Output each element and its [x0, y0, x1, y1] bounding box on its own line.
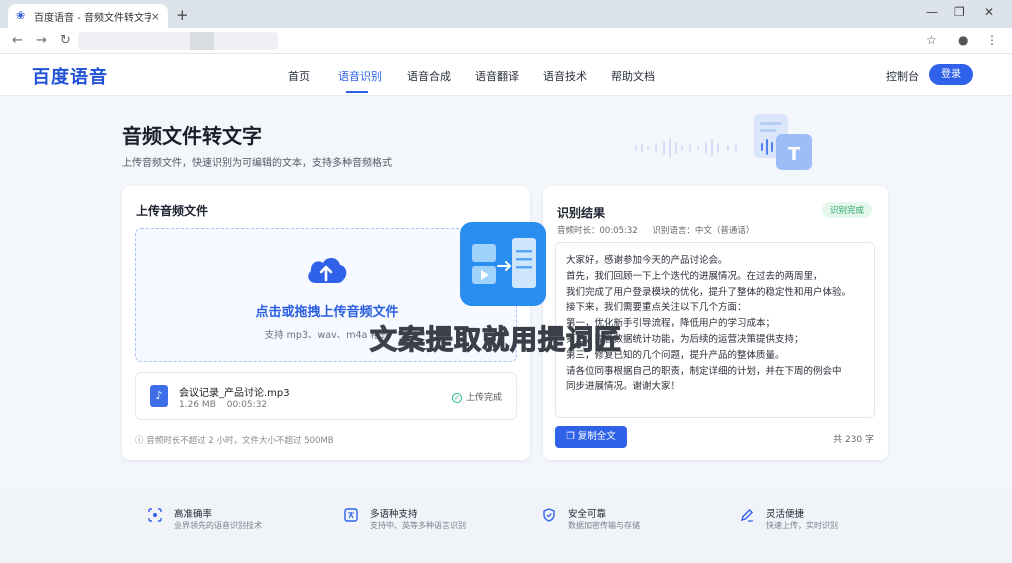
sound-wave-icon [635, 138, 737, 158]
transcript-line: 同步进展情况。谢谢大家！ [566, 381, 681, 393]
transcript-line: 大家好，感谢参加今天的产品讨论会。 [566, 255, 728, 266]
cloud-upload-icon [308, 257, 347, 283]
transcript-line: 首先，我们回顾一下上个迭代的进展情况。在过去的两周里， [566, 270, 823, 282]
nav-speech-synthesis[interactable]: 语音合成 [407, 68, 451, 84]
restore-icon[interactable]: ❐ [954, 5, 965, 19]
minimize-icon[interactable]: — [926, 5, 938, 19]
browser-address-bar: ← → ↻ ☆ ● ⋮ [0, 28, 1012, 54]
file-size: 1.26 MB [179, 400, 216, 410]
status-badge: 识别完成 [821, 202, 872, 218]
feature-title: 多语种支持 [370, 509, 418, 520]
page-title: 音频文件转文字 [122, 124, 262, 148]
feature-desc: 快速上传，实时识别 [766, 521, 838, 530]
scan-icon [148, 508, 162, 522]
paw-icon: ❀ [16, 9, 26, 22]
login-button[interactable]: 登录 [929, 64, 973, 85]
file-duration: 00:05:32 [226, 400, 268, 410]
feature-desc: 数据加密传输与存储 [568, 521, 640, 530]
upload-limit-text: 音频时长不超过 2 小时，文件大小不超过 500MB [146, 436, 334, 446]
transcript-line: 请各位同事根据自己的职责，制定详细的计划，并在下周的例会中 [566, 365, 842, 377]
tab-title: 百度语音 - 音频文件转文字 [34, 12, 151, 24]
result-card-title: 识别结果 [557, 206, 606, 220]
profile-icon[interactable]: ● [958, 33, 968, 47]
transcript-line: 我们完成了用户登录模块的优化，提升了整体的稳定性和用户体验。 [566, 286, 852, 298]
new-tab-button[interactable]: + [176, 6, 189, 24]
pen-icon [740, 509, 753, 522]
file-name: 会议记录_产品讨论.mp3 [179, 388, 290, 399]
shield-icon [543, 508, 555, 522]
site-header: 百度语音 首页 语音识别 语音合成 语音翻译 语音技术 帮助文档 控制台 [0, 54, 1012, 96]
url-input[interactable] [78, 32, 278, 50]
upload-status-text: 上传完成 [465, 393, 502, 403]
audio-duration: 音频时长：00:05:32 [557, 226, 638, 236]
transcript-line: 接下来，我们需要重点关注以下几个方面： [566, 302, 747, 314]
file-meta: 1.26 MB 00:05:32 [179, 400, 267, 410]
nav-speech-translation[interactable]: 语音翻译 [475, 68, 519, 84]
page-subtitle: 上传音频文件，快速识别为可编辑的文本，支持多种音频格式 [122, 158, 392, 169]
nav-help-docs[interactable]: 帮助文档 [611, 68, 655, 84]
feature-strip: 高准确率 业界领先的语音识别技术 多语种支持 支持中、英等多种语言识别 安全可靠… [0, 488, 1012, 563]
close-window-icon[interactable]: ✕ [984, 5, 994, 19]
uploaded-file-row[interactable]: ♪ 会议记录_产品讨论.mp3 1.26 MB 00:05:32 ✓ 上传完成 [135, 372, 517, 420]
feature-desc: 支持中、英等多种语言识别 [370, 521, 466, 530]
check-circle-icon: ✓ [451, 393, 462, 403]
tab-close-icon[interactable]: × [151, 10, 160, 23]
browser-tab[interactable]: ❀ 百度语音 - 音频文件转文字 × [8, 4, 168, 28]
nav-speech-technology[interactable]: 语音技术 [543, 68, 587, 84]
upload-card-title: 上传音频文件 [136, 204, 209, 218]
back-icon[interactable]: ← [12, 33, 23, 48]
more-menu-icon[interactable]: ⋮ [986, 33, 998, 47]
feature-title: 安全可靠 [568, 509, 607, 520]
url-blur [190, 32, 214, 50]
copy-all-button[interactable]: ❐ 复制全文 [555, 426, 627, 448]
forward-icon[interactable]: → [36, 33, 47, 48]
music-file-icon: ♪ [150, 385, 168, 407]
watermark-text: 文案提取就用提词匠 [369, 324, 622, 356]
file-transfer-app-icon [460, 222, 546, 306]
info-icon: ⓘ [135, 436, 147, 446]
logo[interactable]: 百度语音 [32, 63, 108, 89]
copy-icon: ❐ [566, 431, 578, 442]
reload-icon[interactable]: ↻ [60, 33, 71, 48]
svg-text:T: T [788, 144, 801, 165]
upload-limit-note: ⓘ 音频时长不超过 2 小时，文件大小不超过 500MB [135, 434, 334, 446]
result-meta: 音频时长：00:05:32 识别语言：中文（普通话） [557, 224, 754, 236]
console-link[interactable]: 控制台 [886, 68, 919, 84]
copy-all-label: 复制全文 [577, 431, 616, 442]
feature-title: 灵活便捷 [766, 509, 805, 520]
feature-desc: 业界领先的语音识别技术 [174, 521, 262, 530]
browser-tabbar: ❀ 百度语音 - 音频文件转文字 × + — ❐ ✕ [0, 0, 1012, 28]
upload-status: ✓ 上传完成 [451, 390, 502, 403]
char-count: 共 230 字 [833, 435, 874, 445]
feature-title: 高准确率 [174, 509, 213, 520]
bookmark-star-icon[interactable]: ☆ [926, 33, 937, 47]
recognition-language: 识别语言：中文（普通话） [652, 226, 755, 236]
nav-active-underline [346, 91, 368, 93]
translate-icon [344, 508, 358, 522]
nav-home[interactable]: 首页 [288, 68, 310, 84]
document-t-icon: T [754, 114, 812, 170]
nav-speech-recognition[interactable]: 语音识别 [338, 68, 382, 84]
